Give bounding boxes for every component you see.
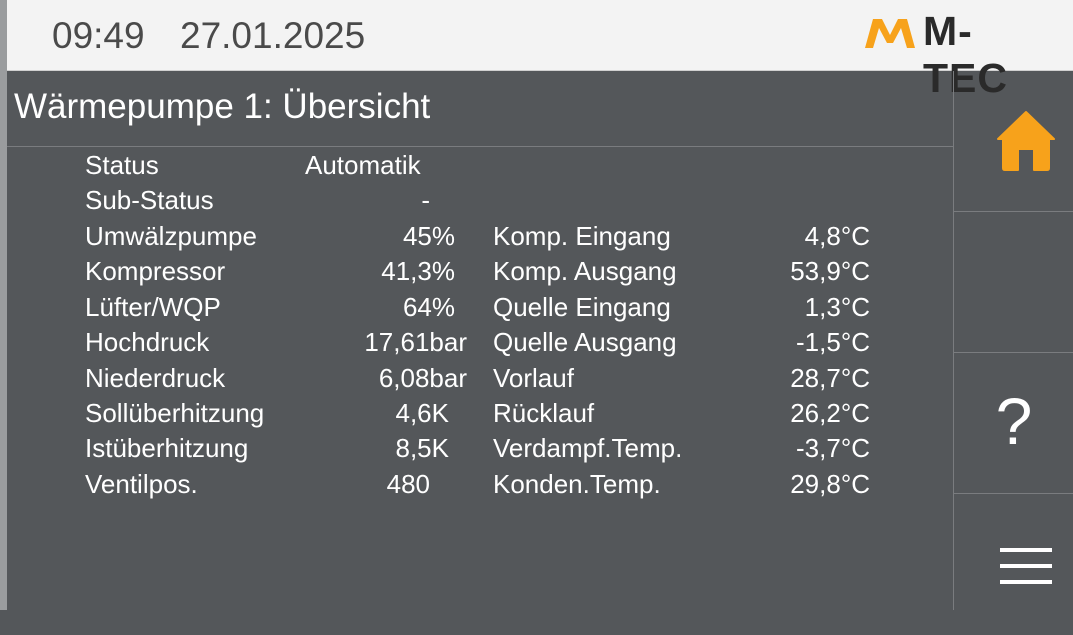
row-label: Vorlauf [493, 363, 574, 393]
overview-panel: Wärmepumpe 1: Übersicht Status Automatik… [7, 71, 953, 610]
table-row: Sub-Status - [7, 185, 953, 220]
clock-time: 09:49 [52, 15, 145, 56]
row-value: Automatik [305, 150, 421, 180]
row-label: Komp. Eingang [493, 221, 671, 251]
row-value: 480 [386, 469, 430, 499]
row-label: Komp. Ausgang [493, 256, 677, 286]
row-value: 17,61bar [364, 327, 467, 357]
row-label: Konden.Temp. [493, 469, 661, 499]
home-button[interactable] [954, 71, 1073, 212]
row-value: 28,7°C [790, 363, 870, 393]
table-row: Istüberhitzung 8,5K Verdampf.Temp. -3,7°… [7, 433, 953, 468]
row-value: - [421, 185, 430, 215]
row-label: Lüfter/WQP [85, 292, 221, 322]
row-label: Rücklauf [493, 398, 595, 428]
row-label: Sub-Status [85, 185, 214, 215]
mtec-logo: M-TEC [863, 8, 1045, 101]
row-value: 8,5K [395, 433, 450, 463]
table-row: Status Automatik [7, 150, 953, 185]
table-row: Sollüberhitzung 4,6K Rücklauf 26,2°C [7, 398, 953, 433]
row-value: 26,2°C [790, 398, 870, 428]
row-label: Quelle Eingang [493, 292, 671, 322]
logo-m-mark [865, 19, 915, 48]
empty-side-button[interactable] [954, 212, 1073, 353]
table-row: Niederdruck 6,08bar Vorlauf 28,7°C [7, 363, 953, 398]
row-value: 53,9°C [790, 256, 870, 286]
table-row: Lüfter/WQP 64% Quelle Eingang 1,3°C [7, 292, 953, 327]
row-value: 6,08bar [378, 363, 467, 393]
row-label: Ventilpos. [85, 469, 198, 499]
row-label: Kompressor [85, 256, 226, 286]
title-divider [7, 146, 953, 147]
header-bar: 09:49 27.01.2025 M-TEC [7, 0, 1073, 101]
table-row: Kompressor 41,3% Komp. Ausgang 53,9°C [7, 256, 953, 291]
row-value: 1,3°C [804, 292, 870, 322]
row-label: Sollüberhitzung [85, 398, 265, 428]
clock-date: 27.01.2025 [180, 15, 366, 56]
page-title: Wärmepumpe 1: Übersicht [14, 87, 431, 126]
row-value: 41,3% [381, 256, 455, 286]
row-value: 45% [402, 221, 455, 251]
row-label: Status [85, 150, 159, 180]
row-value: -1,5°C [796, 327, 870, 357]
table-row: Hochdruck 17,61bar Quelle Ausgang -1,5°C [7, 327, 953, 362]
sidebar-nav: ? [953, 71, 1073, 610]
row-label: Hochdruck [85, 327, 210, 357]
row-label: Niederdruck [85, 363, 226, 393]
row-label: Istüberhitzung [85, 433, 249, 463]
row-value: 4,8°C [804, 221, 870, 251]
table-row: Ventilpos. 480 Konden.Temp. 29,8°C [7, 469, 953, 504]
row-value: -3,7°C [796, 433, 870, 463]
help-button[interactable]: ? [954, 353, 1073, 494]
home-icon [997, 111, 1055, 171]
row-value: 29,8°C [790, 469, 870, 499]
hamburger-menu-icon [1000, 548, 1052, 584]
row-value: 64% [402, 292, 455, 322]
row-label: Verdampf.Temp. [493, 433, 683, 463]
table-row: Umwälzpumpe 45% Komp. Eingang 4,8°C [7, 221, 953, 256]
window-edge [0, 0, 7, 610]
help-icon: ? [995, 384, 1033, 458]
menu-button[interactable] [954, 494, 1073, 635]
row-label: Umwälzpumpe [85, 221, 257, 251]
row-label: Quelle Ausgang [493, 327, 677, 357]
row-value: 4,6K [395, 398, 450, 428]
